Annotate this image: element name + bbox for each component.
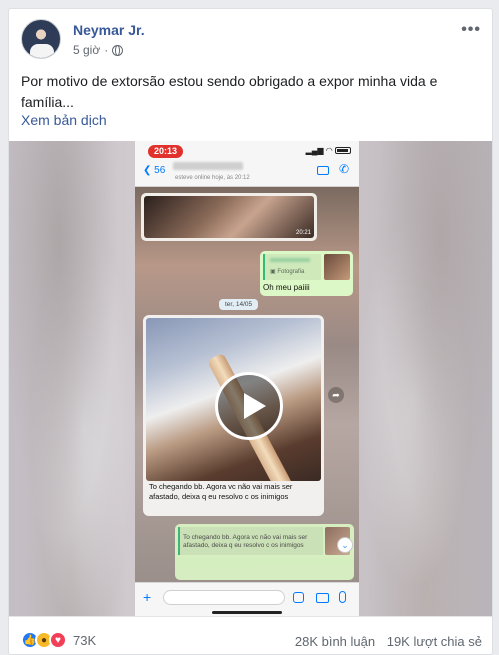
bottom-message: To chegando bb. Agora vc não vai mais se… — [175, 524, 354, 580]
photo-time: 20:21 — [295, 230, 311, 236]
shares-count[interactable]: 19K lượt chia sẻ — [387, 634, 482, 649]
author-name[interactable]: Neymar Jr. — [73, 22, 145, 38]
back-count: 56 — [154, 165, 166, 176]
message-input-bar: + — [135, 582, 359, 616]
date-separator: ter, 14/05 — [219, 299, 259, 310]
quoted-message: ▣ Fotografia — [263, 254, 321, 280]
post-stats: 28K bình luận 19K lượt chia sẻ — [287, 634, 482, 649]
blurred-background-right — [359, 141, 492, 616]
camera-icon — [316, 593, 329, 603]
video-call-icon — [317, 166, 329, 175]
blurred-contact-name — [173, 162, 243, 170]
phone-icon: ✆ — [338, 162, 349, 176]
plus-icon: + — [143, 589, 152, 605]
photo-message: 20:21 — [141, 193, 317, 241]
video-thumbnail — [146, 318, 321, 481]
play-icon[interactable] — [215, 372, 283, 440]
post-text: Por motivo de extorsão estou sendo obrig… — [21, 73, 438, 110]
battery-icon — [335, 147, 351, 155]
status-time: 20:13 — [148, 145, 184, 158]
status-icons: ▂▄▆ ◠ — [306, 146, 351, 155]
reply-message: ▣ Fotografia Oh meu paiiii — [260, 251, 353, 296]
chat-header: 20:13 ▂▄▆ ◠ ❮ 56 esteve online hoje, às … — [135, 141, 359, 187]
video-frame: 20:13 ▂▄▆ ◠ ❮ 56 esteve online hoje, às … — [135, 141, 359, 616]
reaction-count[interactable]: 73K — [73, 633, 96, 648]
post-card: Neymar Jr. 5 giờ · ••• Por motivo de ext… — [8, 8, 493, 655]
more-options-icon[interactable]: ••• — [461, 21, 481, 39]
avatar[interactable] — [21, 19, 61, 59]
post-footer: 👍 ● ♥ 73K 28K bình luận 19K lượt chia sẻ — [9, 616, 492, 654]
love-reaction-icon: ♥ — [49, 631, 67, 649]
sticker-icon — [293, 592, 304, 603]
home-indicator — [212, 611, 282, 614]
blurred-background-left — [9, 141, 134, 616]
video-message: To chegando bb. Agora vc não vai mais se… — [143, 315, 324, 516]
post-header: Neymar Jr. 5 giờ · ••• — [21, 19, 481, 63]
post-time[interactable]: 5 giờ — [73, 43, 100, 57]
reply-text: Oh meu paiiii — [263, 283, 310, 292]
reactions-summary[interactable]: 👍 ● ♥ 73K — [21, 631, 96, 649]
photo-thumbnail — [144, 196, 314, 238]
globe-icon — [112, 44, 124, 56]
post-meta: 5 giờ · — [73, 43, 124, 57]
back-chevron-icon: ❮ 56 — [143, 165, 166, 176]
forward-icon: ➦ — [328, 387, 344, 403]
message-input — [163, 590, 285, 605]
scroll-down-icon: ⌄ — [337, 537, 353, 553]
see-translation-link[interactable]: Xem bản dịch — [21, 112, 107, 128]
video-caption: To chegando bb. Agora vc não vai mais se… — [149, 482, 293, 501]
microphone-icon — [339, 591, 346, 603]
video-player[interactable]: 20:13 ▂▄▆ ◠ ❮ 56 esteve online hoje, às … — [9, 141, 492, 616]
last-seen: esteve online hoje, às 20:12 — [175, 175, 250, 181]
bottom-quote-text: To chegando bb. Agora vc não vai mais se… — [183, 534, 308, 549]
quote-label: ▣ Fotografia — [270, 269, 305, 275]
quote-thumbnail — [324, 254, 350, 280]
comments-count[interactable]: 28K bình luận — [295, 634, 375, 649]
blurred-quote-name — [270, 258, 310, 262]
